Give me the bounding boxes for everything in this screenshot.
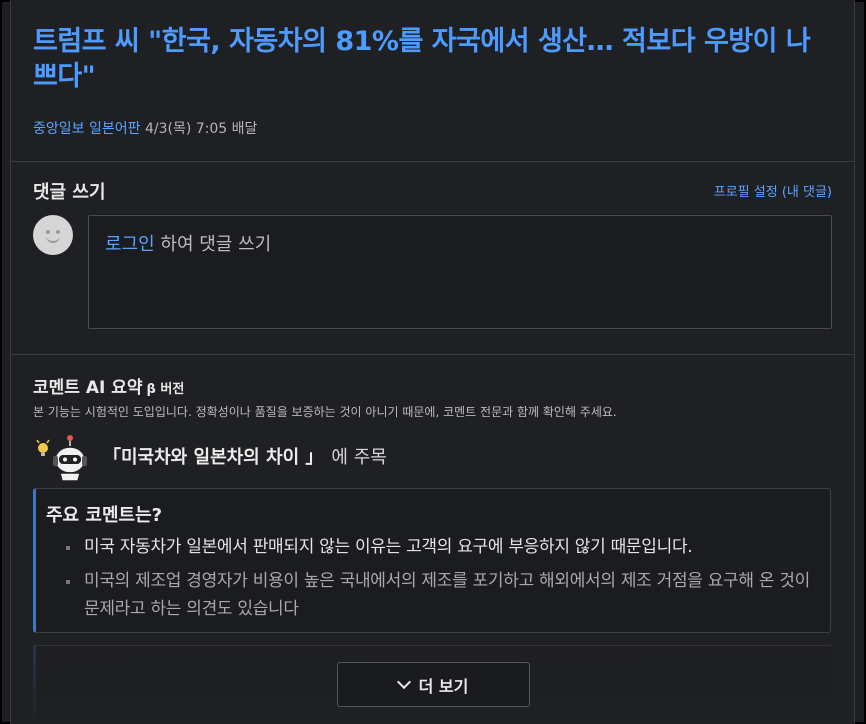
article-date: 4/3(목) 7:05 배달 [144, 121, 258, 137]
write-comment-heading: 댓글 쓰기 [33, 182, 106, 203]
article-source[interactable]: 중앙일보 일본어판 [33, 121, 141, 137]
login-link[interactable]: 로그인 [105, 234, 155, 255]
avatar [33, 215, 73, 255]
show-more-button[interactable]: 더 보기 [337, 662, 530, 707]
comment-input[interactable]: 로그인 하여 댓글 쓰기 [88, 215, 832, 329]
article-meta: 중앙일보 일본어판 4/3(목) 7:05 배달 [33, 118, 257, 138]
summary-list: 미국 자동차가 일본에서 판매되지 않는 이유는 고객의 요구에 부응하지 않기… [64, 533, 824, 629]
ai-summary-notice: 본 기능는 시험적인 도입입니다. 정확성이나 품질을 보증하는 것이 아니기 … [33, 405, 617, 419]
article-panel: 트럼프 씨 "한국, 자동차의 81%를 자국에서 생산… 적보다 우방이 나쁘… [10, 0, 855, 724]
focus-topic: 「미국차와 일본차의 차이 」 [103, 447, 324, 468]
profile-settings-link[interactable]: 프로필 설정 (내 댓글) [714, 181, 832, 200]
divider [11, 161, 854, 162]
article-title[interactable]: 트럼프 씨 "한국, 자동차의 81%를 자국에서 생산… 적보다 우방이 나쁘… [33, 24, 833, 94]
summary-box: 주요 코멘트는? 미국 자동차가 일본에서 판매되지 않는 이유는 고객의 요구… [33, 488, 831, 633]
focus-suffix: 에 주목 [331, 447, 387, 468]
ai-focus-topic: 「미국차와 일본차의 차이 」 에 주목 [103, 443, 387, 469]
show-more-label: 더 보기 [418, 676, 469, 696]
beta-badge: β 버전 [146, 382, 185, 397]
summary-item: 미국의 제조업 경영자가 비용이 높은 국내에서의 제조를 포기하고 해외에서의… [64, 567, 824, 623]
ai-robot-icon [36, 435, 87, 482]
summary-title: 주요 코멘트는? [46, 505, 163, 526]
chevron-down-icon [396, 674, 411, 690]
ai-summary-heading: 코멘트 AI 요약 β 버전 [33, 373, 184, 398]
divider [11, 354, 854, 355]
summary-item: 미국 자동차가 일본에서 판매되지 않는 이유는 고객의 요구에 부응하지 않기… [64, 533, 824, 561]
comment-prompt: 하여 댓글 쓰기 [154, 234, 272, 255]
ai-summary-title: 코멘트 AI 요약 [33, 378, 143, 398]
